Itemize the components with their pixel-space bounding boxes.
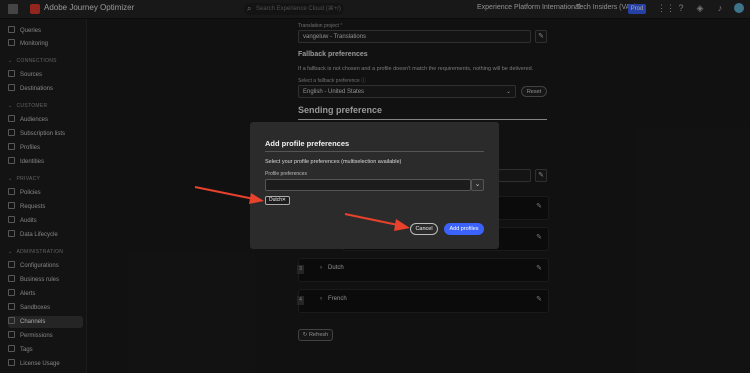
annotation-arrow-cancel	[344, 213, 410, 231]
profile-preferences-label: Profile preferences	[265, 171, 307, 177]
close-icon[interactable]: ✕	[282, 197, 286, 204]
dialog-divider	[265, 151, 484, 152]
dialog-title: Add profile preferences	[265, 139, 350, 148]
dialog-subtitle: Select your profile preferences (multise…	[265, 159, 402, 165]
add-profiles-button[interactable]: Add profiles	[444, 223, 484, 235]
profile-preferences-input[interactable]	[265, 179, 471, 191]
chevron-down-icon[interactable]: ⌄	[471, 179, 484, 191]
annotation-arrow-tag	[194, 186, 264, 204]
